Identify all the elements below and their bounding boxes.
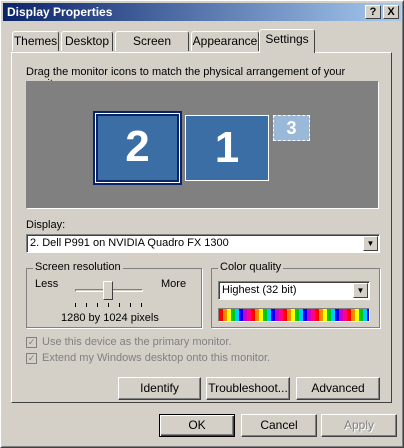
- monitor-1-icon[interactable]: 1: [185, 115, 269, 181]
- cancel-button[interactable]: Cancel: [241, 414, 317, 437]
- identify-button-label: Identify: [140, 381, 179, 395]
- ok-button[interactable]: OK: [159, 414, 235, 437]
- tab-label: Settings: [265, 32, 309, 46]
- tab-label: Desktop: [64, 34, 110, 48]
- display-select-value: 2. Dell P991 on NVIDIA Quadro FX 1300: [30, 237, 229, 249]
- display-properties-window: Display Properties ? X Themes Desktop Sc…: [0, 0, 404, 448]
- extend-desktop-checkbox[interactable]: ✓ Extend my Windows desktop onto this mon…: [26, 352, 270, 364]
- monitor-number: 3: [286, 118, 297, 138]
- tab-appearance[interactable]: Appearance: [191, 31, 259, 51]
- display-select[interactable]: 2. Dell P991 on NVIDIA Quadro FX 1300 ▼: [26, 234, 380, 253]
- screen-resolution-title: Screen resolution: [33, 261, 123, 273]
- troubleshoot-button[interactable]: Troubleshoot...: [206, 377, 290, 400]
- chevron-down-icon[interactable]: ▼: [363, 236, 378, 251]
- close-button[interactable]: X: [383, 5, 399, 19]
- apply-button[interactable]: Apply: [321, 414, 397, 437]
- cancel-button-label: Cancel: [260, 418, 298, 432]
- monitor-number: 1: [214, 123, 240, 172]
- primary-monitor-checkbox[interactable]: ✓ Use this device as the primary monitor.: [26, 336, 232, 348]
- monitor-number: 2: [125, 122, 150, 171]
- help-button[interactable]: ?: [365, 5, 381, 19]
- color-quality-title: Color quality: [218, 261, 284, 273]
- resolution-value: 1280 by 1024 pixels: [61, 312, 159, 324]
- display-label: Display:: [26, 219, 66, 231]
- checkbox-checked-icon[interactable]: ✓: [26, 352, 37, 364]
- advanced-button[interactable]: Advanced: [296, 377, 380, 400]
- checkbox-label: Use this device as the primary monitor.: [42, 336, 232, 348]
- apply-button-label: Apply: [343, 418, 375, 432]
- color-palette-bar: [218, 308, 370, 322]
- color-quality-select[interactable]: Highest (32 bit) ▼: [218, 281, 370, 300]
- identify-button[interactable]: Identify: [118, 377, 201, 400]
- chevron-down-icon[interactable]: ▼: [353, 283, 368, 298]
- settings-panel: Drag the monitor icons to match the phys…: [11, 52, 392, 403]
- color-quality-value: Highest (32 bit): [222, 284, 297, 296]
- troubleshoot-button-label: Troubleshoot...: [208, 381, 288, 395]
- color-quality-group: Color quality Highest (32 bit) ▼: [211, 261, 380, 328]
- screen-resolution-group: Screen resolution Less More 1280 by 1024…: [26, 261, 202, 328]
- checkbox-checked-icon[interactable]: ✓: [26, 336, 37, 348]
- close-icon: X: [387, 6, 395, 18]
- tab-settings[interactable]: Settings: [259, 29, 315, 53]
- checkbox-label: Extend my Windows desktop onto this moni…: [42, 352, 271, 364]
- help-icon: ?: [369, 6, 377, 18]
- monitor-arrangement-area[interactable]: 2 1 3: [26, 81, 379, 209]
- more-label: More: [161, 278, 187, 290]
- tab-label: Themes: [13, 34, 58, 48]
- monitor-3-icon[interactable]: 3: [273, 115, 310, 141]
- less-label: Less: [35, 278, 59, 290]
- tab-themes[interactable]: Themes: [12, 31, 59, 51]
- monitor-2-icon[interactable]: 2: [93, 111, 182, 185]
- tab-screen-saver[interactable]: Screen Saver: [115, 31, 189, 66]
- title-bar[interactable]: Display Properties ? X: [3, 3, 401, 21]
- tab-desktop[interactable]: Desktop: [61, 31, 113, 51]
- window-title: Display Properties: [7, 5, 113, 19]
- resolution-slider-thumb[interactable]: [103, 281, 113, 300]
- advanced-button-label: Advanced: [311, 381, 365, 395]
- ok-button-label: OK: [188, 418, 206, 432]
- tab-label: Appearance: [192, 34, 258, 48]
